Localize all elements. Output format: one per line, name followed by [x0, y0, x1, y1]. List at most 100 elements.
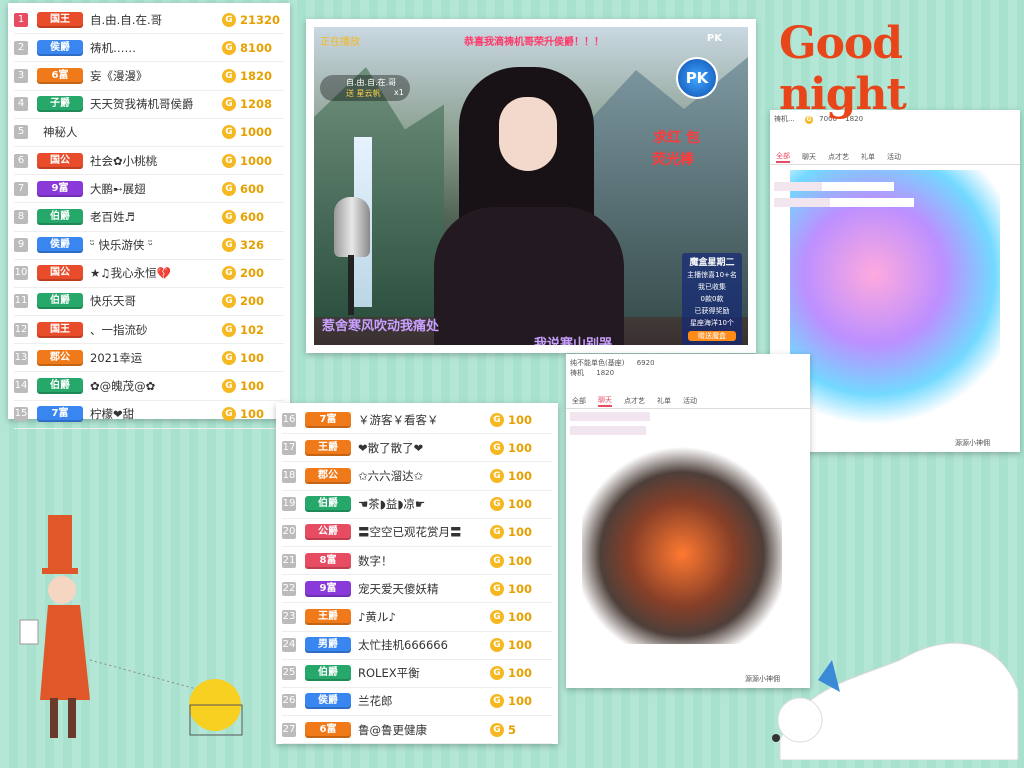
user-name[interactable]: 兰花郎 — [358, 693, 490, 709]
video-screen[interactable]: 正在播放 恭喜我滴祷机哥荣升侯爵！！！ PK PK 自.由.自.在.哥 送 星云… — [314, 27, 748, 345]
leaderboard-row[interactable]: 22 9富 宠天爱天傻妖精 G 100 — [282, 575, 552, 604]
leaderboard-row[interactable]: 9 侯爵 ᵕ̈ 快乐游侠 ᵕ̈ G 326 — [14, 232, 284, 260]
tab-gifts[interactable]: 礼单 — [861, 152, 875, 162]
box-line-4: 已获得奖励 — [694, 307, 730, 315]
leaderboard-row[interactable]: 21 8富 数字！ G 100 — [282, 547, 552, 576]
live-video-panel[interactable]: 正在播放 恭喜我滴祷机哥荣升侯爵！！！ PK PK 自.由.自.在.哥 送 星云… — [306, 19, 756, 353]
user-name[interactable]: 祷机…… — [90, 40, 222, 56]
chat-a-tabs[interactable]: 全部 聊天 点才艺 礼单 活动 — [770, 150, 1020, 165]
user-name[interactable]: 妄《漫漫》 — [90, 68, 222, 84]
user-name[interactable]: 大鹏➸展翅 — [90, 181, 222, 197]
user-name[interactable]: 老百姓♬ — [90, 209, 222, 225]
rank-badge: 伯爵 — [37, 293, 83, 310]
user-name[interactable]: ♪黄ル♪ — [358, 609, 490, 625]
leaderboard-row[interactable]: 7 9富 大鹏➸展翅 G 600 — [14, 175, 284, 204]
leaderboard-row[interactable]: 17 王爵 ❤散了散了❤ G 100 — [282, 434, 552, 463]
tab-gifts[interactable]: 礼单 — [657, 396, 671, 406]
streamer-face — [499, 97, 557, 171]
box-line-2: 我已收集 — [698, 283, 726, 291]
leaderboard-row[interactable]: 12 国王 、一指流砂 G 102 — [14, 316, 284, 345]
user-name[interactable]: 快乐天哥 — [90, 293, 222, 309]
contribution-amount: 326 — [240, 238, 265, 253]
user-name[interactable]: ᵕ̈ 快乐游侠 ᵕ̈ — [90, 237, 222, 253]
box-send-button[interactable]: 赠送魔盒 — [688, 331, 736, 341]
coin-icon: G — [222, 238, 236, 253]
leaderboard-row[interactable]: 3 6富 妄《漫漫》 G 1820 — [14, 62, 284, 91]
microphone-stand — [348, 255, 354, 315]
chat-b-tabs[interactable]: 全部 聊天 点才艺 礼单 活动 — [566, 394, 810, 409]
leaderboard-row[interactable]: 1 国王 自.由.自.在.哥 G 21320 — [14, 6, 284, 35]
rank-badge: 伯爵 — [37, 378, 83, 395]
polar-bear-illustration — [772, 642, 1019, 760]
leaderboard-row[interactable]: 11 伯爵 快乐天哥 G 200 — [14, 288, 284, 317]
tab-all[interactable]: 全部 — [572, 396, 586, 406]
contribution-amount: 200 — [240, 266, 265, 281]
rank-badge: 国公 — [37, 152, 83, 169]
leaderboard-row[interactable]: 6 国公 社会✿小桃桃 G 1000 — [14, 147, 284, 176]
chat-a-effect — [790, 170, 1000, 430]
user-name[interactable]: 太忙挂机666666 — [358, 637, 490, 653]
leaderboard-row[interactable]: 25 伯爵 ROLEX平衡 G 100 — [282, 660, 552, 688]
contribution-amount: 100 — [508, 440, 533, 455]
leaderboard-row[interactable]: 23 王爵 ♪黄ル♪ G 100 — [282, 603, 552, 632]
leaderboard-row[interactable]: 5 神秘人 G 1000 — [14, 119, 284, 147]
contribution-amount: 100 — [240, 379, 265, 394]
user-name[interactable]: 〓空空已观花赏月〓 — [358, 524, 490, 540]
rank-number: 4 — [14, 97, 28, 112]
tab-events[interactable]: 活动 — [683, 396, 697, 406]
user-name[interactable]: ￥游客￥看客￥ — [358, 412, 490, 428]
tab-events[interactable]: 活动 — [887, 152, 901, 162]
rank-badge: 7富 — [305, 411, 351, 428]
user-name[interactable]: ❤散了散了❤ — [358, 440, 490, 456]
tab-all[interactable]: 全部 — [776, 151, 790, 163]
rank-badge: 8富 — [305, 552, 351, 569]
coin-icon: G — [490, 638, 504, 653]
user-name[interactable]: 2021幸运 — [90, 350, 222, 366]
user-name[interactable]: ★♫我心永恒💔 — [90, 265, 222, 281]
user-name[interactable]: ✿@魄茂@✿ — [90, 378, 222, 394]
rank-badge: 国公 — [37, 265, 83, 282]
leaderboard-row[interactable]: 14 伯爵 ✿@魄茂@✿ G 100 — [14, 372, 284, 401]
leaderboard-row[interactable]: 19 伯爵 ☚茶◗益◗凉☛ G 100 — [282, 491, 552, 519]
leaderboard-row[interactable]: 8 伯爵 老百姓♬ G 600 — [14, 203, 284, 232]
user-name[interactable]: 社会✿小桃桃 — [90, 153, 222, 169]
leaderboard-row[interactable]: 24 男爵 太忙挂机666666 G 100 — [282, 632, 552, 660]
user-name[interactable]: 自.由.自.在.哥 — [90, 12, 222, 28]
chat-a-footer[interactable]: 源源小神佣 — [955, 438, 990, 448]
user-name[interactable]: 宠天爱天傻妖精 — [358, 581, 490, 597]
magic-box-card[interactable]: 魔盒星期二 主播惊喜10+名 我已收集 0款0款 已获得奖励 星座海洋10个 赠… — [682, 253, 742, 345]
rank-badge: 9富 — [305, 580, 351, 597]
user-name[interactable]: ✩六六溜达✩ — [358, 468, 490, 484]
user-name[interactable]: 、一指流砂 — [90, 322, 222, 338]
tab-chat[interactable]: 聊天 — [802, 152, 816, 162]
pk-button[interactable]: PK — [676, 57, 718, 99]
coin-icon: G — [490, 525, 504, 540]
tab-chat[interactable]: 聊天 — [598, 395, 612, 407]
gift-count: x1 — [394, 88, 404, 97]
tab-talent[interactable]: 点才艺 — [828, 152, 849, 162]
leaderboard-row[interactable]: 2 侯爵 祷机…… G 8100 — [14, 34, 284, 63]
leaderboard-row[interactable]: 20 公爵 〓空空已观花赏月〓 G 100 — [282, 519, 552, 547]
user-name[interactable]: ROLEX平衡 — [358, 665, 490, 681]
user-name[interactable]: 柠檬❤甜 — [90, 406, 222, 422]
leaderboard-row[interactable]: 10 国公 ★♫我心永恒💔 G 200 — [14, 260, 284, 288]
leaderboard-row[interactable]: 13 郡公 2021幸运 G 100 — [14, 344, 284, 373]
leaderboard-row[interactable]: 15 7富 柠檬❤甜 G 100 — [14, 401, 284, 429]
user-name[interactable]: 神秘人 — [43, 124, 222, 140]
user-name[interactable]: 天天贺我祷机哥侯爵 — [90, 96, 222, 112]
leaderboard-row[interactable]: 27 6富 鲁@鲁更健康 G 5 — [282, 716, 552, 745]
user-name[interactable]: ☚茶◗益◗凉☛ — [358, 496, 490, 512]
coin-icon: G — [222, 266, 236, 281]
right-caption-1: 求红 包 — [653, 130, 700, 146]
rank-number: 6 — [14, 153, 28, 168]
leaderboard-row[interactable]: 26 侯爵 兰花郎 G 100 — [282, 688, 552, 717]
leaderboard-row[interactable]: 4 子爵 天天贺我祷机哥侯爵 G 1208 — [14, 91, 284, 119]
leaderboard-row[interactable]: 18 郡公 ✩六六溜达✩ G 100 — [282, 462, 552, 491]
rank-number: 7 — [14, 181, 28, 196]
user-name[interactable]: 鲁@鲁更健康 — [358, 722, 490, 738]
rank-badge: 郡公 — [305, 467, 351, 484]
user-name[interactable]: 数字！ — [358, 553, 490, 569]
coin-icon: G — [222, 181, 236, 196]
tab-talent[interactable]: 点才艺 — [624, 396, 645, 406]
leaderboard-row[interactable]: 16 7富 ￥游客￥看客￥ G 100 — [282, 406, 552, 435]
